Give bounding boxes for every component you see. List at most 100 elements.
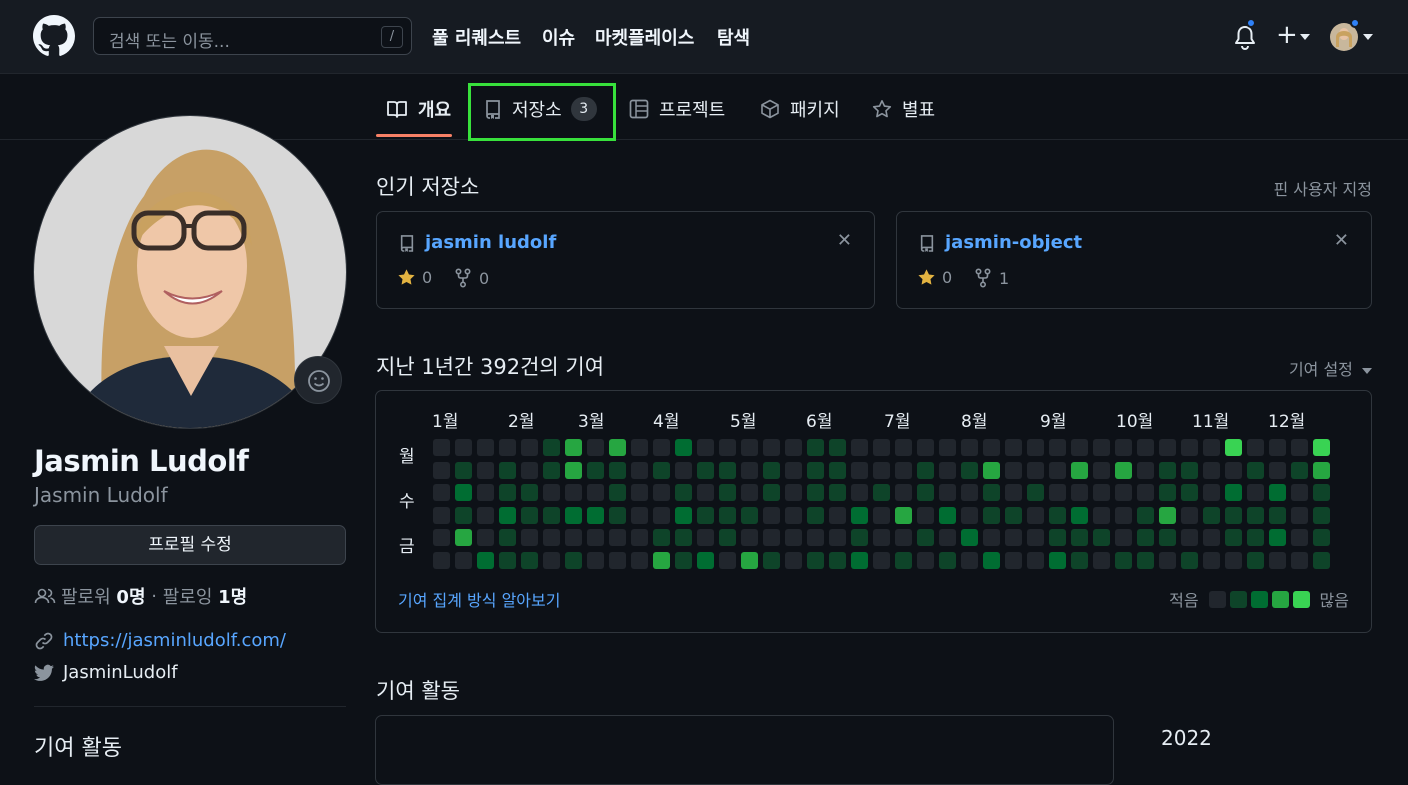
contribution-day-cell[interactable] bbox=[1115, 461, 1132, 479]
contribution-day-cell[interactable] bbox=[917, 506, 934, 524]
contribution-day-cell[interactable] bbox=[631, 484, 648, 501]
contribution-day-cell[interactable] bbox=[587, 551, 604, 569]
following-count[interactable]: 1명 bbox=[218, 583, 247, 609]
contribution-day-cell[interactable] bbox=[455, 439, 472, 456]
contribution-day-cell[interactable] bbox=[1313, 551, 1330, 569]
contribution-day-cell[interactable] bbox=[829, 439, 846, 456]
contribution-day-cell[interactable] bbox=[807, 551, 824, 569]
contribution-day-cell[interactable] bbox=[1181, 461, 1198, 479]
contribution-day-cell[interactable] bbox=[1115, 506, 1132, 524]
contribution-day-cell[interactable] bbox=[1071, 529, 1088, 546]
contribution-day-cell[interactable] bbox=[873, 529, 890, 546]
contribution-day-cell[interactable] bbox=[851, 484, 868, 501]
contribution-day-cell[interactable] bbox=[873, 506, 890, 524]
contribution-day-cell[interactable] bbox=[1225, 439, 1242, 456]
contribution-day-cell[interactable] bbox=[1159, 529, 1176, 546]
contribution-day-cell[interactable] bbox=[1071, 461, 1088, 479]
contribution-day-cell[interactable] bbox=[1005, 439, 1022, 456]
contribution-day-cell[interactable] bbox=[939, 529, 956, 546]
contribution-day-cell[interactable] bbox=[675, 461, 692, 479]
contribution-day-cell[interactable] bbox=[455, 506, 472, 524]
contribution-day-cell[interactable] bbox=[587, 461, 604, 479]
contribution-day-cell[interactable] bbox=[609, 461, 626, 479]
contribution-day-cell[interactable] bbox=[1181, 506, 1198, 524]
learn-contributions-link[interactable]: 기여 집계 방식 알아보기 bbox=[398, 587, 560, 611]
contribution-day-cell[interactable] bbox=[565, 551, 582, 569]
contribution-day-cell[interactable] bbox=[543, 529, 560, 546]
contribution-day-cell[interactable] bbox=[543, 439, 560, 456]
contribution-day-cell[interactable] bbox=[543, 484, 560, 501]
contribution-day-cell[interactable] bbox=[961, 551, 978, 569]
contribution-day-cell[interactable] bbox=[741, 529, 758, 546]
contribution-day-cell[interactable] bbox=[433, 461, 450, 479]
contribution-day-cell[interactable] bbox=[653, 439, 670, 456]
following-label[interactable]: 팔로잉 bbox=[163, 583, 213, 609]
contribution-day-cell[interactable] bbox=[829, 529, 846, 546]
contribution-day-cell[interactable] bbox=[1291, 506, 1308, 524]
contribution-day-cell[interactable] bbox=[719, 439, 736, 456]
contribution-day-cell[interactable] bbox=[785, 484, 802, 501]
contribution-day-cell[interactable] bbox=[1137, 461, 1154, 479]
contribution-day-cell[interactable] bbox=[499, 484, 516, 501]
contribution-day-cell[interactable] bbox=[1027, 484, 1044, 501]
contribution-day-cell[interactable] bbox=[1049, 484, 1066, 501]
contribution-day-cell[interactable] bbox=[543, 506, 560, 524]
contribution-day-cell[interactable] bbox=[807, 484, 824, 501]
contribution-day-cell[interactable] bbox=[983, 551, 1000, 569]
nav-pull-requests[interactable]: 풀 리퀘스트 bbox=[432, 24, 521, 50]
contribution-day-cell[interactable] bbox=[917, 529, 934, 546]
contribution-day-cell[interactable] bbox=[763, 506, 780, 524]
contribution-day-cell[interactable] bbox=[1313, 461, 1330, 479]
contribution-day-cell[interactable] bbox=[653, 461, 670, 479]
contribution-day-cell[interactable] bbox=[1093, 439, 1110, 456]
contribution-day-cell[interactable] bbox=[939, 461, 956, 479]
contribution-day-cell[interactable] bbox=[983, 529, 1000, 546]
contribution-day-cell[interactable] bbox=[785, 529, 802, 546]
contribution-day-cell[interactable] bbox=[785, 461, 802, 479]
contribution-day-cell[interactable] bbox=[455, 461, 472, 479]
contribution-day-cell[interactable] bbox=[1115, 551, 1132, 569]
bell-icon[interactable] bbox=[1233, 24, 1257, 50]
contribution-day-cell[interactable] bbox=[499, 461, 516, 479]
contribution-day-cell[interactable] bbox=[565, 484, 582, 501]
contribution-day-cell[interactable] bbox=[477, 529, 494, 546]
contribution-day-cell[interactable] bbox=[1093, 506, 1110, 524]
contribution-day-cell[interactable] bbox=[697, 439, 714, 456]
contribution-day-cell[interactable] bbox=[1225, 551, 1242, 569]
website-link[interactable]: https://jasminludolf.com/ bbox=[63, 630, 286, 651]
contribution-day-cell[interactable] bbox=[807, 439, 824, 456]
contribution-day-cell[interactable] bbox=[1313, 439, 1330, 456]
contribution-day-cell[interactable] bbox=[675, 439, 692, 456]
contribution-day-cell[interactable] bbox=[873, 551, 890, 569]
unpin-close-icon[interactable]: ✕ bbox=[837, 230, 852, 251]
contribution-day-cell[interactable] bbox=[939, 484, 956, 501]
contribution-day-cell[interactable] bbox=[1093, 484, 1110, 501]
contribution-day-cell[interactable] bbox=[1203, 461, 1220, 479]
contribution-day-cell[interactable] bbox=[1071, 551, 1088, 569]
contribution-day-cell[interactable] bbox=[873, 484, 890, 501]
contribution-day-cell[interactable] bbox=[697, 551, 714, 569]
contribution-day-cell[interactable] bbox=[1313, 506, 1330, 524]
create-new-button[interactable]: + bbox=[1276, 20, 1298, 50]
contribution-day-cell[interactable] bbox=[631, 551, 648, 569]
contribution-day-cell[interactable] bbox=[1137, 484, 1154, 501]
contribution-day-cell[interactable] bbox=[1027, 529, 1044, 546]
contribution-day-cell[interactable] bbox=[1093, 551, 1110, 569]
contribution-day-cell[interactable] bbox=[961, 439, 978, 456]
search-input[interactable]: 검색 또는 이동... / bbox=[93, 17, 412, 55]
contribution-day-cell[interactable] bbox=[1269, 484, 1286, 501]
contribution-day-cell[interactable] bbox=[587, 529, 604, 546]
contribution-day-cell[interactable] bbox=[873, 461, 890, 479]
contribution-day-cell[interactable] bbox=[917, 484, 934, 501]
contribution-day-cell[interactable] bbox=[917, 461, 934, 479]
contribution-day-cell[interactable] bbox=[1269, 439, 1286, 456]
contribution-day-cell[interactable] bbox=[521, 484, 538, 501]
contribution-day-cell[interactable] bbox=[763, 461, 780, 479]
contribution-day-cell[interactable] bbox=[433, 551, 450, 569]
contribution-day-cell[interactable] bbox=[763, 484, 780, 501]
contribution-day-cell[interactable] bbox=[1269, 506, 1286, 524]
contribution-day-cell[interactable] bbox=[939, 439, 956, 456]
contribution-day-cell[interactable] bbox=[521, 439, 538, 456]
contribution-day-cell[interactable] bbox=[1005, 551, 1022, 569]
contribution-day-cell[interactable] bbox=[521, 506, 538, 524]
